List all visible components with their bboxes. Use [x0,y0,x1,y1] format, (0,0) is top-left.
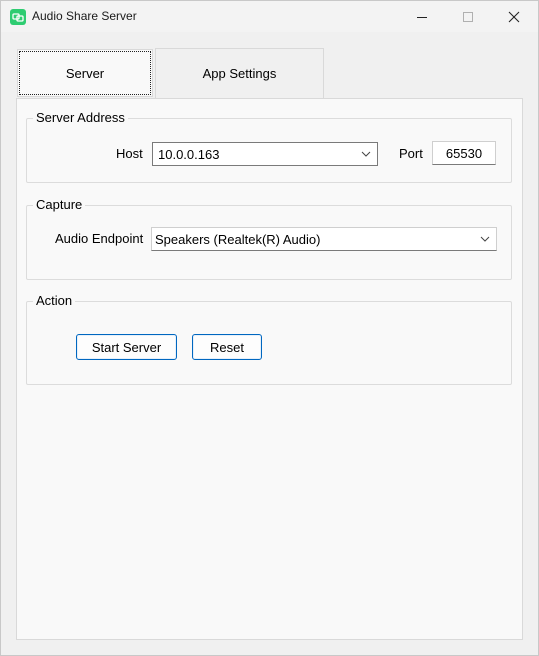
start-server-label: Start Server [91,339,162,355]
window-title: Audio Share Server [32,9,137,23]
minimize-button[interactable] [399,1,445,32]
audio-endpoint-label: Audio Endpoint [55,231,144,246]
action-legend: Action [33,293,76,308]
title-bar[interactable]: Audio Share Server [1,1,538,32]
tab-server[interactable]: Server [17,49,153,97]
tab-focus-rectangle [19,51,151,95]
action-group: Action Start Server Reset [26,293,512,385]
host-value: 10.0.0.163 [158,146,220,162]
port-label: Port [399,146,423,161]
close-button[interactable] [491,1,537,32]
server-tab-page: Server Address Host 10.0.0.163 Port 6553… [16,98,523,640]
server-address-legend: Server Address [33,110,128,125]
chevron-down-icon [361,151,371,157]
app-window: Audio Share Server App Settings Server A… [0,0,539,656]
tab-app-settings[interactable]: App Settings [155,48,324,98]
maximize-icon [463,11,473,22]
port-value: 65530 [445,145,483,161]
audio-endpoint-combobox[interactable]: Speakers (Realtek(R) Audio) [151,227,497,251]
start-server-button[interactable]: Start Server [76,334,177,360]
port-field[interactable]: 65530 [432,141,496,165]
app-icon [10,9,26,25]
host-label: Host [116,146,143,161]
chevron-down-icon [480,236,490,242]
reset-button[interactable]: Reset [192,334,262,360]
audio-endpoint-value: Speakers (Realtek(R) Audio) [155,231,321,247]
capture-group: Capture Audio Endpoint Speakers (Realtek… [26,197,512,280]
tab-app-settings-label: App Settings [202,66,277,81]
capture-legend: Capture [33,197,86,212]
server-address-group: Server Address Host 10.0.0.163 Port 6553… [26,110,512,183]
maximize-button[interactable] [445,1,491,32]
minimize-icon [417,16,427,18]
reset-label: Reset [210,339,244,355]
host-combobox[interactable]: 10.0.0.163 [152,142,378,166]
close-icon [508,11,520,22]
